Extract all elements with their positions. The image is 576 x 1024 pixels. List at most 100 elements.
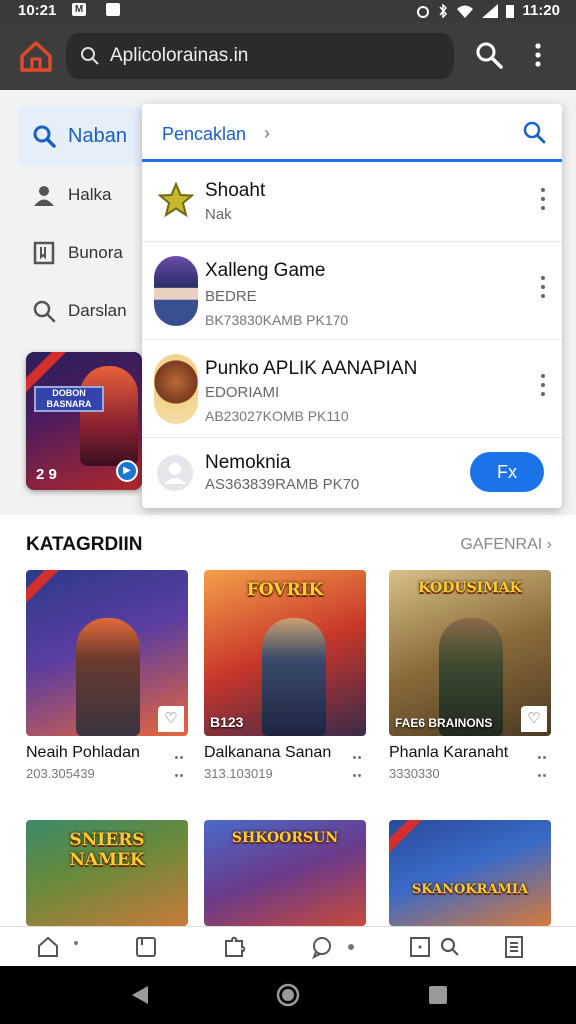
result-name: Xalleng Game [205,260,326,281]
game-name: Neaih Pohladan [26,744,140,761]
person-icon [34,186,54,206]
nav-label: Darslan [68,301,127,320]
result-name: Shoaht [205,180,266,201]
promo-title: DOBON BASNARA [34,386,104,412]
user-placeholder-icon [157,455,193,491]
nav-label: Bunora [68,243,123,262]
game-count: 3330330 [389,766,440,781]
url-text: Aplicolorainas.in [110,45,249,66]
result-sub: EDORIAMI [205,384,280,401]
bookmark-icon [33,241,55,265]
nav-item-bookmark[interactable]: Bunora [18,224,142,282]
search-icon [33,125,56,148]
game-card[interactable]: SNIERS NAMEK [26,820,188,926]
battery-icon [506,4,515,18]
system-nav-bar [0,966,576,1024]
more-vert-icon[interactable] [540,374,546,400]
status-time: 10:21 [18,2,57,19]
search-results-panel: Pencaklan › Shoaht Nak Xalleng Game BEDR… [142,104,562,508]
game-card[interactable]: KODUSIMAK FAE6 BRAINONS ♡ Phanla Karanah… [389,570,551,781]
back-icon[interactable] [128,984,150,1006]
nav-item-active[interactable]: Naban [18,106,142,166]
game-logo: KODUSIMAK [418,580,522,596]
result-sub: BEDRE [205,288,257,305]
avatar-agent [154,256,198,326]
more-vert-icon[interactable] [540,188,546,214]
game-figure [76,618,140,736]
address-bar[interactable]: Aplicolorainas.in [66,33,454,79]
game-card[interactable]: SKANOKRAMIA [389,820,551,926]
puzzle-icon[interactable] [222,935,246,959]
categories-title: KATAGRDIIN [26,534,143,555]
fx-button[interactable]: Fx [470,452,544,492]
result-item[interactable]: Nemoknia AS363839RAMB PK70 Fx [142,438,562,508]
status-clock: 11:20 [522,2,560,19]
game-art: SHKOORSUN [204,820,366,926]
alarm-icon [417,5,430,18]
result-name: Nemoknia [205,452,291,473]
dot-icon [74,941,78,945]
play-icon[interactable]: ▶ [116,460,138,482]
result-sub: Nak [205,206,232,223]
home-icon[interactable] [16,36,56,76]
more-icon[interactable] [537,746,547,782]
categories-more-link[interactable]: GAFENRAI › [460,536,552,554]
bluetooth-icon [439,3,448,18]
more-icon[interactable] [174,746,184,782]
result-sub: AS363839RAMB PK70 [205,476,360,493]
promo-game-card[interactable]: DOBON BASNARA 2 9 ▶ [26,352,142,490]
home-icon[interactable] [36,935,60,959]
nav-item-search[interactable]: Darslan [18,282,142,340]
signal-icon [482,3,499,18]
game-card[interactable]: SHKOORSUN [204,820,366,926]
result-item[interactable]: Xalleng Game BEDRE BK73830KAMB PK170 [142,242,562,340]
game-logo: FOVRIK [246,580,324,600]
game-card[interactable]: FOVRIK B123 Dalkanana Sanan 313.103019 [204,570,366,781]
heart-icon[interactable]: ♡ [521,706,547,732]
search-icon [81,47,99,65]
more-icon[interactable] [352,746,362,782]
result-meta: BK73830KAMB PK170 [205,312,349,328]
game-art: SKANOKRAMIA [389,820,551,926]
grid-icon[interactable] [408,935,432,959]
promo-hero-art [80,366,138,466]
panel-title[interactable]: Pencaklan [162,124,246,145]
search-icon[interactable] [474,40,504,70]
status-icons: 11:20 [416,2,560,19]
search-icon[interactable] [438,935,462,959]
more-vert-icon[interactable] [528,40,548,70]
avatar-hero [154,354,198,424]
home-circle-icon[interactable] [276,983,300,1007]
result-meta: AB23027KOMB PK110 [205,408,349,424]
game-ribbon [26,570,61,605]
game-logo: SNIERS NAMEK [69,830,145,870]
more-vert-icon[interactable] [540,276,546,302]
status-bar: 10:21 M 11:20 [0,0,576,22]
chat-icon[interactable] [310,935,334,959]
bottom-app-bar [0,926,576,966]
game-count: 203.305439 [26,766,95,781]
game-card[interactable]: ♡ Neaih Pohladan 203.305439 [26,570,188,781]
left-nav: Naban Halka Bunora Darslan [18,106,142,340]
game-art: SNIERS NAMEK [26,820,188,926]
search-icon[interactable] [522,120,546,144]
panel-header: Pencaklan › [142,104,562,162]
chevron-right-icon: › [264,123,270,143]
nav-label: Halka [68,185,112,204]
game-figure [262,618,326,736]
heart-icon[interactable]: ♡ [158,706,184,732]
promo-number: 2 9 [36,466,57,483]
bookmark-icon[interactable] [134,935,158,959]
document-icon[interactable] [502,935,526,959]
game-badge: B123 [210,714,244,730]
game-ribbon [389,820,424,855]
recents-icon[interactable] [428,985,448,1005]
result-item[interactable]: Shoaht Nak [142,162,562,242]
wifi-icon [457,5,474,18]
dot-icon [348,944,354,950]
result-name: Punko APLIK AANAPIAN [205,358,418,379]
result-item[interactable]: Punko APLIK AANAPIAN EDORIAMI AB23027KOM… [142,340,562,438]
nav-item-person[interactable]: Halka [18,166,142,224]
nav-label: Naban [68,124,127,147]
game-count: 313.103019 [204,766,273,781]
